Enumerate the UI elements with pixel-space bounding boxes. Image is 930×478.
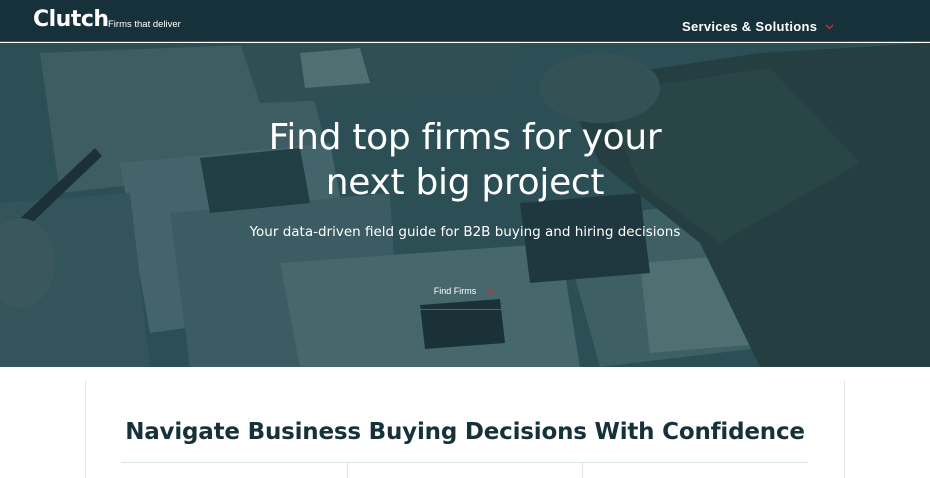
hero-title: Find top firms for your next big project xyxy=(0,115,930,205)
services-solutions-menu[interactable]: Services & Solutions xyxy=(682,19,834,34)
find-firms-label: Find Firms xyxy=(433,285,477,296)
services-solutions-label: Services & Solutions xyxy=(682,19,818,34)
find-firms-button[interactable]: Find Firms xyxy=(413,271,516,310)
hero-title-line-2: next big project xyxy=(325,162,605,203)
logo-tagline: Firms that deliver xyxy=(108,19,181,30)
top-navigation-bar: Clutch Firms that deliver Services & Sol… xyxy=(0,0,930,42)
hero-title-line-1: Find top firms for your xyxy=(268,117,662,158)
section-heading: Navigate Business Buying Decisions With … xyxy=(125,419,805,445)
chevron-down-icon xyxy=(486,282,495,300)
clutch-logo[interactable]: Clutch xyxy=(33,7,109,32)
hero-subtitle: Your data-driven field guide for B2B buy… xyxy=(249,224,681,240)
column-divider xyxy=(347,462,348,478)
hero-background-image xyxy=(0,43,930,367)
divider xyxy=(121,462,808,463)
column-divider xyxy=(582,462,583,478)
chevron-down-icon xyxy=(825,24,834,30)
hero-banner: Find top firms for your next big project… xyxy=(0,43,930,367)
logo-text: Clutch xyxy=(33,7,109,32)
